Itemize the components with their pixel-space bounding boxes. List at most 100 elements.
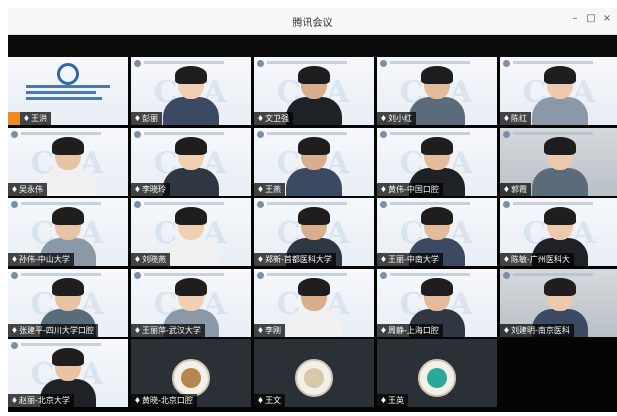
participant-name: 王文: [265, 396, 281, 405]
participant-tile[interactable]: CSA♦王丽萍-武汉大学: [131, 269, 251, 337]
meeting-badge-icon: [257, 201, 264, 208]
meeting-badge-icon: [257, 60, 264, 67]
participant-body: [532, 97, 588, 125]
avatar: [418, 359, 456, 397]
video-grid: ♦王洪CSA♦彭丽CSA♦文卫强CSA♦刘小红CSA♦陈红CSA♦吴永伟CSA♦…: [8, 57, 617, 412]
participant-video: [38, 137, 98, 196]
banner-strip: [390, 61, 470, 64]
participant-video: [284, 66, 344, 125]
microphone-icon: ♦: [379, 114, 388, 123]
participant-tile[interactable]: ♦黄晓-北京口腔: [131, 339, 251, 407]
banner-strip: [144, 61, 224, 64]
banner-strip: [21, 343, 101, 346]
banner-strip: [21, 132, 101, 135]
participant-body: [286, 97, 342, 125]
participant-hair: [298, 207, 330, 225]
participant-name: 刘晓燕: [142, 255, 166, 264]
participant-body: [409, 97, 465, 125]
participant-name-tag: ♦赵丽-北京大学: [8, 394, 74, 407]
meeting-badge-icon: [134, 131, 141, 138]
participant-video: [161, 207, 221, 266]
participant-name-tag: ♦彭丽: [131, 112, 162, 125]
participant-tile[interactable]: CSA♦黄伟-中国口腔: [377, 128, 497, 196]
participant-tile[interactable]: ♦王英: [377, 339, 497, 407]
participant-hair: [298, 278, 330, 296]
participant-tile[interactable]: CSA♦王丽-中南大学: [377, 198, 497, 266]
participant-tile[interactable]: ♦刘建明-南京医科: [500, 269, 617, 337]
microphone-icon: ♦: [133, 114, 142, 123]
participant-tile[interactable]: CSA♦郑新-首都医科大学: [254, 198, 374, 266]
avatar-image: [427, 368, 447, 388]
participant-tile[interactable]: ♦郭霞: [500, 128, 617, 196]
participant-name-tag: ♦王丽萍-武汉大学: [131, 324, 205, 337]
participant-tile[interactable]: CSA♦彭丽: [131, 57, 251, 125]
participant-tile[interactable]: CSA♦周静-上海口腔: [377, 269, 497, 337]
microphone-icon: ♦: [379, 326, 388, 335]
participant-hair: [544, 66, 576, 84]
participant-tile[interactable]: CSA♦陈敏-广州医科大: [500, 198, 617, 266]
participant-name: 刘建明-南京医科: [511, 326, 570, 335]
participant-tile[interactable]: ♦王文: [254, 339, 374, 407]
participant-body: [163, 168, 219, 196]
participant-name-tag: ♦陈敏-广州医科大: [500, 253, 574, 266]
microphone-icon: ♦: [502, 326, 511, 335]
microphone-icon: ♦: [379, 255, 388, 264]
participant-name: 黄晓-北京口腔: [142, 396, 193, 405]
microphone-icon: ♦: [22, 114, 31, 123]
participant-hair: [52, 278, 84, 296]
banner-strip: [513, 273, 593, 276]
minimize-button[interactable]: –: [568, 13, 582, 24]
participant-tile[interactable]: CSA♦张建平-四川大学口腔: [8, 269, 128, 337]
participant-name: 黄伟-中国口腔: [388, 185, 439, 194]
participant-hair: [544, 278, 576, 296]
meeting-badge-icon: [11, 201, 18, 208]
banner-strip: [267, 61, 347, 64]
participant-video: [530, 66, 590, 125]
microphone-icon: ♦: [256, 185, 265, 194]
participant-tile[interactable]: CSA♦李晓玲: [131, 128, 251, 196]
participant-name-tag: ♦郑新-首都医科大学: [254, 253, 336, 266]
participant-name-tag: ♦王洪: [20, 112, 51, 125]
participant-tile[interactable]: CSA♦吴永伟: [8, 128, 128, 196]
participant-hair: [544, 137, 576, 155]
microphone-icon: ♦: [502, 114, 511, 123]
participant-name-tag: ♦郭霞: [500, 183, 531, 196]
close-button[interactable]: ×: [600, 13, 614, 24]
title-bar: 腾讯会议 – □ ×: [8, 8, 617, 35]
meeting-badge-icon: [503, 60, 510, 67]
participant-tile[interactable]: CSA♦刘小红: [377, 57, 497, 125]
participant-name: 陈敏-广州医科大: [511, 255, 570, 264]
participant-hair: [52, 137, 84, 155]
participant-tile[interactable]: CSA♦孙伟-中山大学: [8, 198, 128, 266]
microphone-icon: ♦: [10, 255, 19, 264]
participant-hair: [175, 207, 207, 225]
avatar: [295, 359, 333, 397]
participant-name-tag: ♦王英: [377, 394, 408, 407]
participant-tile[interactable]: CSA♦赵丽-北京大学: [8, 339, 128, 407]
microphone-icon: ♦: [133, 396, 142, 405]
participant-name-tag: ♦刘建明-南京医科: [500, 324, 574, 337]
participant-body: [40, 168, 96, 196]
participant-name: 孙伟-中山大学: [19, 255, 70, 264]
participant-hair: [175, 278, 207, 296]
microphone-icon: ♦: [133, 255, 142, 264]
banner-strip: [144, 273, 224, 276]
participant-tile[interactable]: CSA♦文卫强: [254, 57, 374, 125]
banner-strip: [390, 202, 470, 205]
participant-hair: [298, 66, 330, 84]
participant-video: [284, 137, 344, 196]
participant-tile[interactable]: CSA♦王燕: [254, 128, 374, 196]
banner-strip: [144, 132, 224, 135]
participant-tile[interactable]: CSA♦刘晓燕: [131, 198, 251, 266]
microphone-icon: ♦: [379, 185, 388, 194]
meeting-badge-icon: [11, 342, 18, 349]
microphone-icon: ♦: [379, 396, 388, 405]
maximize-button[interactable]: □: [584, 13, 598, 24]
participant-tile[interactable]: CSA♦李刚: [254, 269, 374, 337]
participant-tile[interactable]: ♦王洪: [8, 57, 128, 125]
meeting-badge-icon: [380, 60, 387, 67]
participant-tile[interactable]: CSA♦陈红: [500, 57, 617, 125]
participant-name-tag: ♦文卫强: [254, 112, 293, 125]
meeting-badge-icon: [503, 272, 510, 279]
banner-strip: [144, 202, 224, 205]
